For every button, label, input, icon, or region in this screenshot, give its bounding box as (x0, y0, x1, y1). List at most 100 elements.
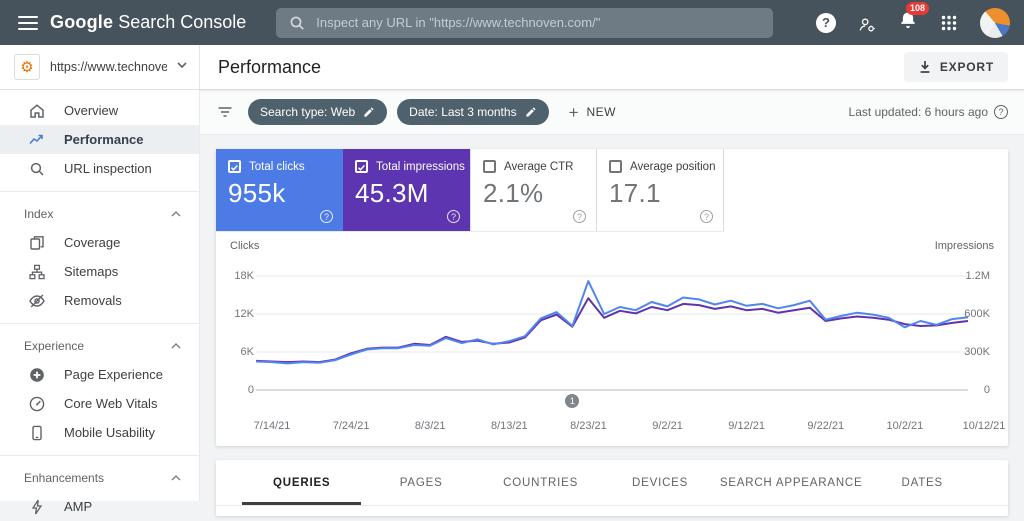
x-axis-tick: 9/12/21 (728, 420, 765, 432)
left-axis-tick: 6K (234, 346, 254, 358)
edit-pencil-icon (525, 106, 537, 118)
filter-list-icon[interactable] (216, 103, 234, 121)
tab-pages[interactable]: PAGES (361, 460, 480, 505)
sidebar-item-removals[interactable]: Removals (0, 286, 199, 315)
chevron-up-icon (171, 209, 181, 219)
sidebar-item-label: Performance (64, 132, 143, 147)
checkbox-unchecked-icon[interactable] (483, 160, 496, 173)
search-input[interactable] (316, 15, 761, 30)
download-icon (918, 60, 932, 74)
section-header-enhancements[interactable]: Enhancements (0, 458, 199, 492)
app-logo-primary: Google (50, 12, 113, 32)
export-button[interactable]: EXPORT (904, 52, 1008, 82)
page-header: Performance EXPORT (200, 45, 1024, 90)
sidebar-item-page-experience[interactable]: Page Experience (0, 360, 199, 389)
metric-label: Average position (630, 161, 715, 173)
sidebar-item-overview[interactable]: Overview (0, 96, 199, 125)
last-updated-text: Last updated: 6 hours ago (849, 105, 988, 119)
core-web-vitals-icon (28, 395, 46, 413)
menu-icon[interactable] (18, 16, 38, 30)
property-selector[interactable]: ⚙ https://www.technoven.com/ (0, 45, 199, 90)
notification-count-badge: 108 (906, 2, 929, 15)
x-axis-tick: 9/22/21 (807, 420, 844, 432)
section-title: Enhancements (24, 471, 171, 485)
metric-card-average-ctr[interactable]: Average CTR 2.1%? (470, 149, 597, 231)
help-circle-icon[interactable]: ? (447, 210, 460, 223)
filter-chip[interactable]: Search type: Web (248, 99, 387, 125)
filter-chip-label: Search type: Web (260, 105, 355, 119)
sidebar-item-label: Removals (64, 293, 122, 308)
performance-panel: Total clicks955k?Total impressions45.3M?… (216, 149, 1008, 446)
tab-dates[interactable]: DATES (863, 460, 982, 505)
right-axis-tick: 0 (984, 384, 990, 396)
sidebar: ⚙ https://www.technoven.com/ Overview Per… (0, 45, 200, 501)
sidebar-item-mobile-usability[interactable]: Mobile Usability (0, 418, 199, 447)
notifications-bell-icon[interactable]: 108 (898, 10, 918, 35)
page-title: Performance (218, 57, 321, 78)
help-circle-icon[interactable]: ? (994, 105, 1008, 119)
checkbox-unchecked-icon[interactable] (609, 160, 622, 173)
home-icon (28, 102, 46, 120)
sidebar-item-label: URL inspection (64, 161, 152, 176)
sidebar-item-label: Core Web Vitals (64, 396, 157, 411)
sidebar-item-coverage[interactable]: Coverage (0, 228, 199, 257)
help-circle-icon[interactable]: ? (320, 210, 333, 223)
sidebar-section-index: Index Coverage Sitemaps Removals (0, 191, 199, 315)
sidebar-item-core-web-vitals[interactable]: Core Web Vitals (0, 389, 199, 418)
coverage-icon (28, 234, 46, 252)
section-title: Index (24, 207, 171, 221)
url-inspect-searchbox[interactable] (276, 8, 773, 38)
top-app-bar: GoogleSearch Console ? 108 (0, 0, 1024, 45)
mobile-usability-icon (28, 424, 46, 442)
section-header-index[interactable]: Index (0, 194, 199, 228)
metric-value: 45.3M (355, 178, 458, 209)
sidebar-item-label: Sitemaps (64, 264, 118, 279)
tab-devices[interactable]: DEVICES (600, 460, 719, 505)
user-avatar[interactable] (980, 8, 1010, 38)
help-circle-icon[interactable]: ? (573, 210, 586, 223)
filter-chip[interactable]: Date: Last 3 months (397, 99, 548, 125)
checkbox-checked-icon[interactable] (355, 160, 368, 173)
site-favicon: ⚙ (14, 54, 40, 80)
new-filter-button[interactable]: + NEW (563, 104, 622, 121)
sidebar-item-amp[interactable]: AMP (0, 492, 199, 521)
chart-plot[interactable] (232, 260, 992, 410)
sidebar-item-performance[interactable]: Performance (0, 125, 199, 154)
left-axis-title: Clicks (230, 240, 259, 252)
sitemaps-icon (28, 263, 46, 281)
metric-label: Total clicks (249, 161, 305, 173)
page-experience-icon (28, 366, 46, 384)
left-axis-tick: 18K (234, 270, 254, 282)
app-logo: GoogleSearch Console (50, 12, 246, 33)
app-logo-secondary: Search Console (118, 12, 246, 32)
manage-users-icon[interactable] (858, 14, 876, 32)
tab-queries[interactable]: QUERIES (242, 460, 361, 505)
amp-icon (28, 498, 46, 516)
sidebar-item-label: Mobile Usability (64, 425, 155, 440)
sidebar-item-url-inspection[interactable]: URL inspection (0, 154, 199, 183)
sidebar-item-label: AMP (64, 499, 92, 514)
metric-label: Average CTR (504, 161, 573, 173)
filter-bar: Search type: Web Date: Last 3 months + NE… (200, 90, 1024, 135)
sidebar-section-experience: ExperiencePage Experience Core Web Vitals… (0, 323, 199, 447)
metric-value: 2.1% (483, 178, 584, 209)
metric-card-total-impressions[interactable]: Total impressions45.3M? (343, 149, 470, 231)
google-apps-grid-icon[interactable] (940, 14, 958, 32)
chevron-up-icon (171, 341, 181, 351)
sidebar-item-sitemaps[interactable]: Sitemaps (0, 257, 199, 286)
right-axis-tick: 300K (964, 346, 990, 358)
metric-card-average-position[interactable]: Average position17.1? (597, 149, 724, 231)
help-icon[interactable]: ? (816, 13, 836, 33)
x-axis-tick: 9/2/21 (652, 420, 683, 432)
plus-icon: + (569, 104, 579, 121)
x-axis-tick: 10/12/21 (963, 420, 1006, 432)
section-header-experience[interactable]: Experience (0, 326, 199, 360)
help-circle-icon[interactable]: ? (700, 210, 713, 223)
checkbox-checked-icon[interactable] (228, 160, 241, 173)
edit-pencil-icon (363, 106, 375, 118)
search-icon (288, 14, 306, 32)
metric-card-total-clicks[interactable]: Total clicks955k? (216, 149, 343, 231)
tab-countries[interactable]: COUNTRIES (481, 460, 600, 505)
right-axis-title: Impressions (935, 240, 994, 252)
tab-search-appearance[interactable]: SEARCH APPEARANCE (720, 460, 863, 505)
